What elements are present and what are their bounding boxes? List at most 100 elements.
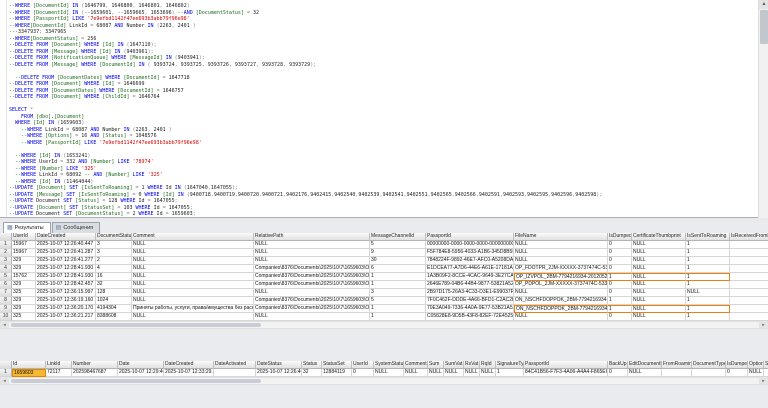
grid-cell[interactable]: NULL [632, 273, 686, 281]
column-header[interactable]: SystemStatus [374, 361, 404, 369]
grid-cell[interactable]: 1659603 [12, 369, 46, 377]
grid-cell[interactable]: 329 [12, 257, 36, 265]
grid-cell[interactable]: 1 [370, 273, 426, 281]
grid-cell[interactable]: 84C41B56-F7F3-4A06-A4A4-F865ECC4F0A3 [524, 369, 608, 377]
column-header[interactable]: IsSentToRoaming [686, 233, 730, 241]
column-header[interactable]: Options [748, 361, 764, 369]
grid-cell[interactable] [730, 281, 768, 289]
grid-cell[interactable]: NULL [464, 369, 480, 377]
grid-cell[interactable]: NULL [632, 241, 686, 249]
grid-cell[interactable]: ON_NSCHFDOPPOK_2BM-7794216934-2012052808… [514, 305, 608, 313]
grid-cell[interactable]: 7F0C462F-DDDE-4A66-BFD1-C2AC2E8A5F3D [426, 297, 514, 305]
grid-cell[interactable] [730, 249, 768, 257]
grid-cell[interactable]: NULL [686, 289, 730, 297]
column-header[interactable]: Status [302, 361, 322, 369]
grid-cell[interactable]: 0 [608, 241, 632, 249]
select-all-corner[interactable] [0, 361, 12, 369]
column-header[interactable]: BackUp [608, 361, 628, 369]
grid-cell[interactable] [730, 297, 768, 305]
grid-cell[interactable]: NULL [428, 369, 444, 377]
grid-cell[interactable]: 72117 [46, 369, 72, 377]
grid-cell[interactable]: 2025-10-07 12:28:41.930 [36, 265, 96, 273]
grid-cell[interactable]: NULL [132, 241, 254, 249]
grid-cell[interactable]: NULL [132, 249, 254, 257]
scroll-left-icon[interactable]: ◄ [0, 378, 9, 384]
column-header[interactable]: Id [12, 361, 46, 369]
column-header[interactable]: DateCreated [36, 233, 96, 241]
tab-messages[interactable]: ▤ Сообщения [51, 222, 101, 233]
grid-cell[interactable]: 15967 [12, 249, 36, 257]
grid-cell[interactable]: NULL [132, 313, 254, 321]
grid-cell[interactable]: NULL [132, 257, 254, 265]
grid-cell[interactable]: NULL [254, 241, 370, 249]
grid-cell[interactable]: 2025-10-07 12:36:20.170 [36, 305, 96, 313]
grid-cell[interactable]: 2025-10-07 12:36:21.217 [36, 313, 96, 321]
row-header[interactable]: 4 [0, 265, 12, 273]
grid-cell[interactable]: 0 [352, 369, 374, 377]
grid-cell[interactable]: NULL [514, 313, 608, 321]
grid-cell[interactable]: 2025-10-07 12:33:29.293 [164, 369, 214, 377]
column-header[interactable]: RqId [480, 361, 496, 369]
grid-cell[interactable]: 15762 [12, 273, 36, 281]
row-header[interactable]: 3 [0, 257, 12, 265]
row-header[interactable]: 6 [0, 281, 12, 289]
grid-cell[interactable]: 202598467687 [72, 369, 118, 377]
grid-cell[interactable]: NULL [374, 369, 404, 377]
grid-cell[interactable] [730, 305, 768, 313]
grid-cell[interactable]: NULL [632, 281, 686, 289]
column-header[interactable]: FileName [514, 233, 608, 241]
grid-cell[interactable]: 1 [370, 281, 426, 289]
select-all-corner[interactable] [0, 233, 12, 241]
scroll-left-icon[interactable]: ◄ [0, 322, 9, 328]
row-header[interactable]: 10 [0, 313, 12, 321]
scrollbar-thumb[interactable] [760, 10, 768, 44]
column-header[interactable]: DocumentTypeDescription [692, 361, 726, 369]
grid-cell[interactable] [730, 289, 768, 297]
grid-cell[interactable]: 2025-10-07 12:26:40.170 [256, 369, 302, 377]
column-header[interactable]: RelativePath [254, 233, 370, 241]
column-header[interactable]: Sum [428, 361, 444, 369]
grid-cell[interactable]: 2025-10-07 12:26:41.277 [36, 257, 96, 265]
grid-cell[interactable]: 4 [96, 265, 132, 273]
grid-cell[interactable]: 15967 [12, 241, 36, 249]
grid-cell[interactable]: 16 [96, 273, 132, 281]
grid-cell[interactable]: 2025-10-07 12:36:15.997 [36, 289, 96, 297]
column-header[interactable]: DocumentStatus [96, 233, 132, 241]
grid-cell[interactable]: 30 [370, 257, 426, 265]
grid-cell[interactable]: 1 [608, 273, 632, 281]
grid-cell[interactable]: 1 [686, 249, 730, 257]
grid-cell[interactable]: 2025-10-07 12:36:19.160 [36, 297, 96, 305]
grid-cell[interactable]: 329 [12, 265, 36, 273]
grid-cell[interactable]: OP_PDPOL_2JM-XXXXX-3737474C-533C-4A80-A2… [514, 281, 608, 289]
grid-cell[interactable]: OP_IZVPOL_2BM-7794216934-201205280810035… [514, 273, 608, 281]
column-header[interactable]: DateCreated [164, 361, 214, 369]
grid-cell[interactable]: NULL [132, 289, 254, 297]
row-header[interactable]: 2 [0, 249, 12, 257]
grid-cell[interactable]: 325 [12, 289, 36, 297]
grid-cell[interactable]: 325 [12, 313, 36, 321]
row-header[interactable]: 7 [0, 289, 12, 297]
grid-cell[interactable]: E1DCEA77-A7D6-44E6-A61E-17181A7D2D7779 [426, 265, 514, 273]
column-header[interactable]: Comment [404, 361, 428, 369]
row-header[interactable]: 9 [0, 305, 12, 313]
column-header[interactable]: LinkId [46, 361, 72, 369]
grid-cell[interactable]: 2B97D175-26A3-4C33-D3E1-E99037F6AA23 [426, 289, 514, 297]
grid2-horizontal-scrollbar[interactable]: ◄ ► [0, 377, 768, 385]
grid-cell[interactable]: 329 [12, 297, 36, 305]
grid-cell[interactable]: 5 [370, 241, 426, 249]
editor-vertical-scrollbar[interactable]: ▲ [758, 0, 768, 218]
grid-cell[interactable]: 1 [686, 305, 730, 313]
grid-cell[interactable]: 0 [608, 369, 628, 377]
grid-cell[interactable]: 1 [496, 369, 524, 377]
scroll-up-icon[interactable]: ▲ [759, 0, 768, 9]
grid-cell[interactable] [764, 369, 768, 377]
grid-cell[interactable]: 32 [96, 281, 132, 289]
grid-cell[interactable]: 0 [608, 313, 632, 321]
grid-cell[interactable]: NULL [632, 289, 686, 297]
column-header[interactable]: IsDumped [608, 233, 632, 241]
grid-cell[interactable]: 00000000-0000-0000-0000-000000000000 [426, 241, 514, 249]
grid-cell[interactable]: 7848224F-9892-46E7-AFC0-A5208DA82D8D [426, 257, 514, 265]
grid-cell[interactable] [214, 369, 256, 377]
grid-cell[interactable]: 6 [370, 265, 426, 273]
grid-cell[interactable]: NULL [404, 369, 428, 377]
